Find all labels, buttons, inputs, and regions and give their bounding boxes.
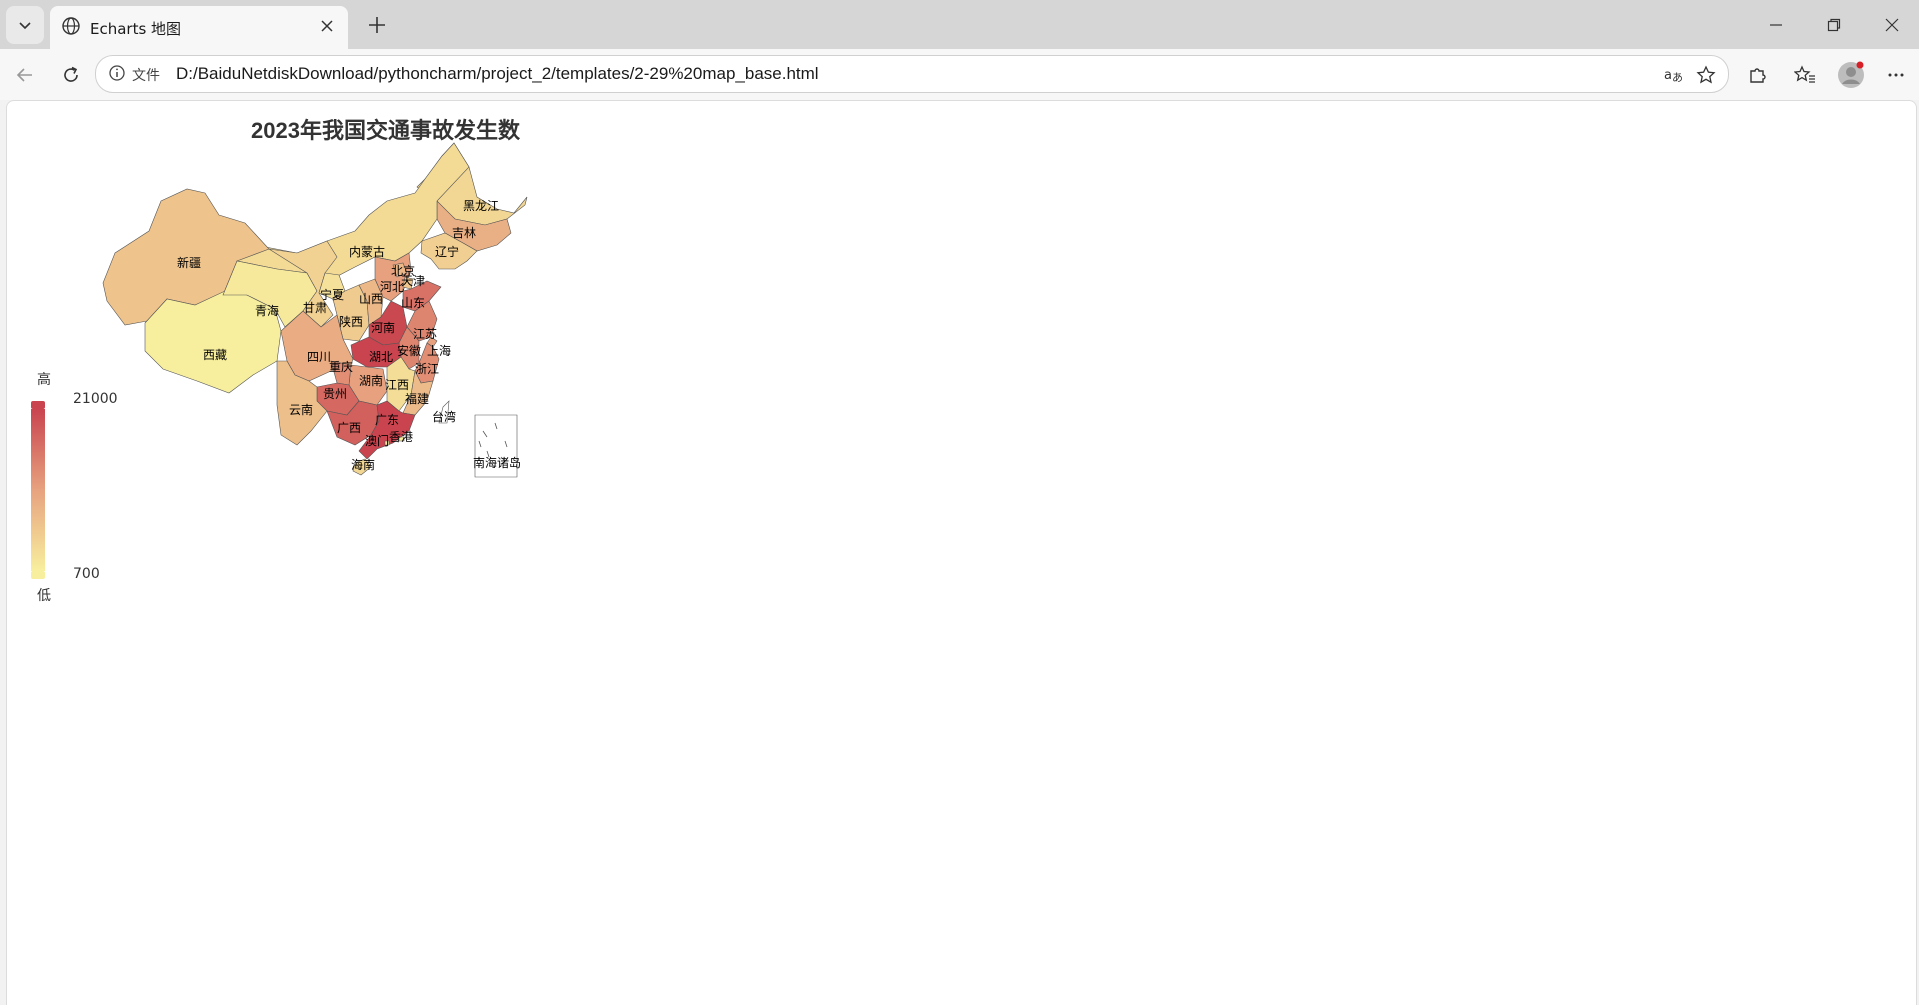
close-icon	[321, 20, 333, 32]
map-region-label: 重庆	[329, 360, 353, 374]
back-button[interactable]	[9, 59, 41, 91]
puzzle-icon	[1750, 68, 1766, 83]
chevron-down-icon	[19, 22, 31, 30]
map-region-label: 江苏	[413, 327, 437, 341]
url-text[interactable]: D:/BaiduNetdiskDownload/pythoncharm/proj…	[176, 64, 819, 84]
map-region-label: 新疆	[177, 255, 201, 270]
close-window-button[interactable]	[1872, 10, 1912, 40]
map-region-label: 贵州	[323, 387, 347, 401]
map-region-label: 宁夏	[320, 287, 344, 302]
map-region-label: 广东	[375, 413, 399, 427]
map-region-label: 浙江	[415, 362, 439, 376]
translate-icon: a あ	[1664, 68, 1683, 84]
china-map: 黑龙江吉林辽宁内蒙古新疆西藏青海 甘肃宁夏陕西山西河北北京天津山东河南 江苏安徽 上海…	[102, 142, 528, 478]
restore-icon	[1827, 18, 1841, 32]
map-region-label: 四川	[307, 350, 331, 364]
avatar-icon	[1838, 61, 1864, 88]
plus-icon	[369, 17, 385, 33]
new-tab-button[interactable]	[362, 10, 392, 40]
extensions-button[interactable]	[1741, 59, 1773, 91]
globe-icon	[62, 17, 80, 35]
map-region-label: 陕西	[339, 314, 363, 329]
svg-text:a: a	[1664, 68, 1672, 83]
tab-title: Echarts 地图	[90, 20, 182, 38]
page-content: 2023年我国交通事故发生数 高 21000 700 低 黑龙江 吉林 辽宁 内蒙古新…	[6, 100, 1917, 1005]
map-region-label: 山西	[359, 292, 383, 306]
map-region-label: 广西	[337, 421, 361, 435]
browser-tab[interactable]: Echarts 地图	[50, 6, 348, 49]
reload-icon	[64, 66, 78, 82]
more-icon	[1888, 73, 1904, 77]
arrow-left-icon	[16, 68, 32, 82]
svg-text:あ: あ	[1672, 71, 1683, 84]
map-region-label: 天津	[401, 274, 425, 288]
info-icon[interactable]	[108, 64, 126, 82]
map-region-label: 西藏	[203, 348, 227, 362]
tab-strip: Echarts 地图	[0, 0, 1919, 49]
visual-map-low-text: 低	[37, 588, 51, 604]
map-region-label: 云南	[289, 402, 313, 417]
settings-menu-button[interactable]	[1880, 59, 1912, 91]
map-region-label: 山东	[401, 296, 425, 310]
map-region-label: 安徽	[397, 343, 421, 358]
map-region-label: 上海	[427, 343, 451, 358]
map-region-label: 青海	[255, 303, 279, 318]
map-region-label: 辽宁	[435, 244, 459, 259]
map-region-label: 河南	[371, 320, 395, 335]
browser-toolbar: 文件 D:/BaiduNetdiskDownload/pythoncharm/p…	[0, 49, 1919, 100]
address-bar[interactable]: 文件 D:/BaiduNetdiskDownload/pythoncharm/p…	[95, 55, 1729, 93]
map-region-label: 吉林	[452, 226, 476, 240]
reload-button[interactable]	[55, 59, 87, 91]
map-region-label: 台湾	[432, 409, 456, 424]
tab-list-button[interactable]	[6, 6, 44, 44]
map-region-label: 甘肃	[303, 301, 327, 315]
star-icon	[1696, 65, 1716, 84]
minimize-icon	[1770, 24, 1782, 26]
map-region-label: 福建	[405, 391, 429, 406]
map-region-label: 南海诸岛	[473, 455, 521, 470]
map-region-label: 香港	[389, 430, 413, 444]
visual-map-handle-bottom[interactable]	[31, 571, 45, 579]
profile-button[interactable]	[1835, 59, 1867, 91]
map-region-label: 内蒙古	[349, 244, 385, 259]
map-region-label: 江西	[385, 378, 409, 392]
restore-button[interactable]	[1814, 10, 1854, 40]
favorites-icon	[1794, 65, 1815, 83]
map-region-label: 湖南	[359, 373, 383, 388]
map-region-label: 黑龙江	[463, 199, 499, 213]
map-region-label: 海南	[351, 457, 375, 472]
close-tab-button[interactable]	[314, 13, 340, 39]
map-region-label: 湖北	[369, 349, 393, 364]
minimize-button[interactable]	[1756, 10, 1796, 40]
favorite-button[interactable]	[1693, 62, 1719, 88]
visual-map-min-label: 700	[73, 566, 100, 582]
close-icon	[1885, 18, 1899, 32]
favorites-button[interactable]	[1789, 59, 1821, 91]
read-aloud-button[interactable]: a あ	[1661, 62, 1687, 88]
file-scheme-label: 文件	[132, 68, 160, 84]
map-region-label: 澳门	[365, 433, 389, 448]
